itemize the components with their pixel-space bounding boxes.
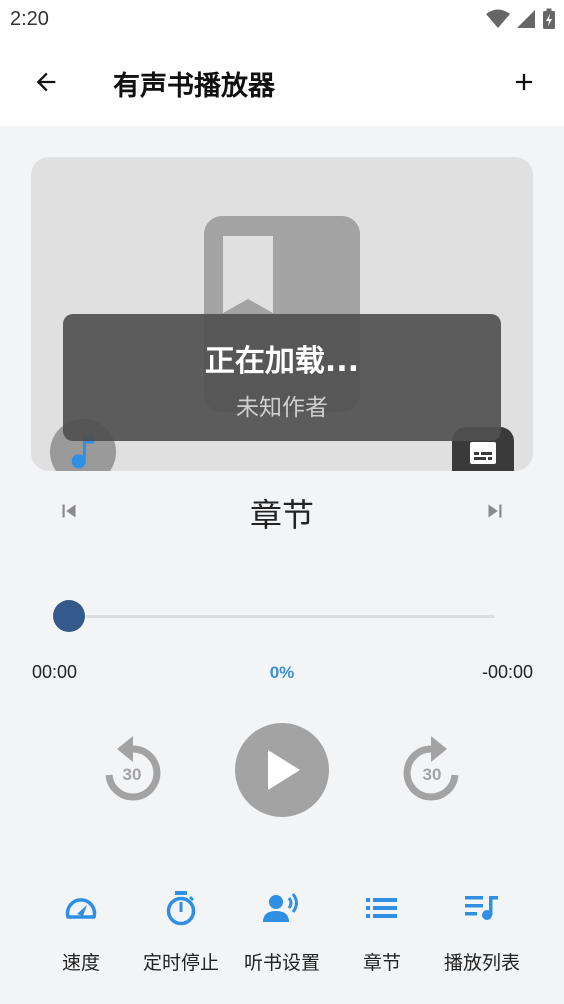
progress-track[interactable] xyxy=(69,615,495,618)
speed-label: 速度 xyxy=(61,952,100,974)
sleep-timer-label: 定时停止 xyxy=(142,952,219,974)
rewind-button[interactable]: 30 xyxy=(100,735,164,803)
list-icon xyxy=(366,898,397,918)
play-icon xyxy=(268,750,300,790)
status-time: 2:20 xyxy=(10,8,49,30)
playlist-icon xyxy=(465,896,498,920)
loading-overlay: 正在加载... 未知作者 xyxy=(63,314,501,441)
bottom-toolbar: 速度 定时停止 听书设置 章节 播放列表 xyxy=(0,880,564,990)
timer-icon xyxy=(166,891,196,926)
page-title: 有声书播放器 xyxy=(113,71,275,102)
rewind-seconds: 30 xyxy=(122,765,142,784)
chapters-label: 章节 xyxy=(362,952,401,974)
book-title: 正在加载... xyxy=(204,344,360,379)
status-bar: 2:20 xyxy=(0,0,564,40)
forward-button[interactable]: 30 xyxy=(400,735,464,803)
skip-next-icon xyxy=(488,504,502,518)
speedometer-icon xyxy=(65,898,97,919)
chapter-row: 章节 xyxy=(0,480,564,540)
add-button[interactable] xyxy=(504,62,544,102)
back-button[interactable] xyxy=(26,62,66,102)
remaining-time: -00:00 xyxy=(481,662,533,682)
chapters-button[interactable]: 章节 xyxy=(327,880,437,980)
playlist-label: 播放列表 xyxy=(443,952,520,974)
cell-signal-icon xyxy=(517,10,535,28)
battery-icon xyxy=(543,8,555,29)
subtitles-icon xyxy=(470,442,496,464)
next-chapter-button[interactable] xyxy=(478,494,512,528)
progress-percent: 0% xyxy=(269,663,295,682)
speed-button[interactable]: 速度 xyxy=(26,880,136,980)
forward-seconds: 30 xyxy=(422,765,442,784)
listening-settings-button[interactable]: 听书设置 xyxy=(227,880,337,980)
sleep-timer-button[interactable]: 定时停止 xyxy=(126,880,236,980)
voice-settings-icon xyxy=(263,893,298,922)
arrow-back-icon xyxy=(36,72,56,92)
app-bar: 有声书播放器 xyxy=(0,40,564,126)
book-author: 未知作者 xyxy=(236,395,328,421)
progress-thumb[interactable] xyxy=(53,600,85,632)
listening-settings-label: 听书设置 xyxy=(243,952,320,974)
playlist-button[interactable]: 播放列表 xyxy=(427,880,537,980)
status-icons xyxy=(486,8,556,30)
plus-icon xyxy=(515,73,533,91)
play-button[interactable] xyxy=(235,723,329,817)
wifi-icon xyxy=(486,9,510,28)
